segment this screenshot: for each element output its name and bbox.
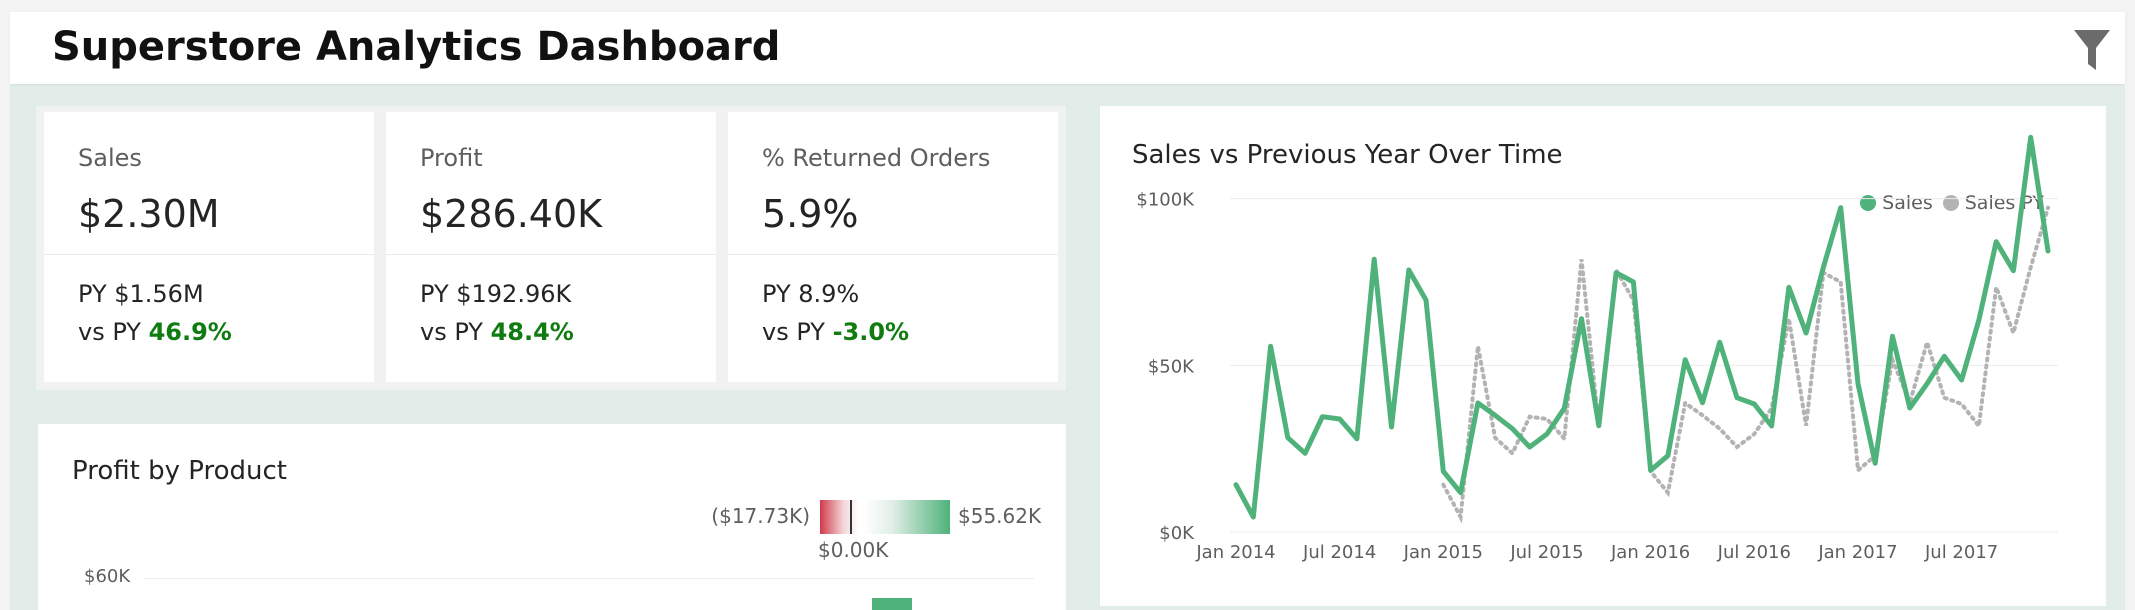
kpi-value: 5.9% xyxy=(762,192,859,236)
kpi-card-returned-orders[interactable]: % Returned Orders 5.9% PY 8.9% vs PY -3.… xyxy=(728,112,1058,382)
kpi-vs-previous-year: vs PY 48.4% xyxy=(420,318,574,346)
kpi-value: $286.40K xyxy=(420,192,603,236)
kpi-vs-previous-year: vs PY 46.9% xyxy=(78,318,232,346)
kpi-divider xyxy=(44,254,374,255)
kpi-vs-value: 46.9% xyxy=(148,318,232,346)
kpi-label: Profit xyxy=(420,144,483,172)
x-tick-label: Jul 2014 xyxy=(1302,542,1376,563)
sales-line-chart[interactable]: $0K $50K $100K Jan 2014 Jul 2014 Jan 2015 Jul … xyxy=(1100,106,2106,606)
series-line-sales[interactable] xyxy=(1233,134,2051,520)
kpi-vs-prefix: vs PY xyxy=(420,318,491,346)
kpi-card-sales[interactable]: Sales $2.30M PY $1.56M vs PY 46.9% xyxy=(44,112,374,382)
kpi-vs-value: 48.4% xyxy=(490,318,574,346)
kpi-divider xyxy=(386,254,716,255)
legend-min-label: ($17.73K) xyxy=(711,504,810,528)
page-title: Superstore Analytics Dashboard xyxy=(52,24,781,70)
y-tick-label: $0K xyxy=(1159,523,1195,544)
color-scale-legend xyxy=(820,500,950,534)
x-tick-label: Jan 2016 xyxy=(1610,542,1690,563)
y-tick-label: $60K xyxy=(84,566,131,587)
sales-vs-py-panel[interactable]: Sales vs Previous Year Over Time Sales S… xyxy=(1100,106,2106,606)
legend-max-label: $55.62K xyxy=(958,504,1042,528)
kpi-divider xyxy=(728,254,1058,255)
kpi-vs-prefix: vs PY xyxy=(762,318,833,346)
legend-mid-label: $0.00K xyxy=(818,538,889,562)
x-tick-label: Jul 2017 xyxy=(1924,542,1998,563)
kpi-vs-value: -3.0% xyxy=(832,318,910,346)
x-tick-label: Jan 2015 xyxy=(1403,542,1483,563)
color-scale-zero-marker xyxy=(850,500,852,534)
x-tick-label: Jul 2016 xyxy=(1717,542,1791,563)
kpi-label: % Returned Orders xyxy=(762,144,991,172)
kpi-previous-year: PY $1.56M xyxy=(78,280,204,308)
panel-title: Profit by Product xyxy=(72,456,287,486)
y-tick-label: $50K xyxy=(1148,356,1195,377)
kpi-previous-year: PY 8.9% xyxy=(762,280,860,308)
x-tick-label: Jan 2014 xyxy=(1195,542,1275,563)
kpi-previous-year: PY $192.96K xyxy=(420,280,572,308)
profit-by-product-panel[interactable]: Profit by Product ($17.73K) $55.62K $0.0… xyxy=(38,424,1066,610)
series-line-sales-py[interactable] xyxy=(1441,205,2050,524)
kpi-vs-prefix: vs PY xyxy=(78,318,149,346)
x-tick-label: Jul 2015 xyxy=(1509,542,1583,563)
x-tick-label: Jan 2017 xyxy=(1817,542,1897,563)
bar-mark[interactable] xyxy=(872,598,912,610)
kpi-vs-previous-year: vs PY -3.0% xyxy=(762,318,909,346)
kpi-card-profit[interactable]: Profit $286.40K PY $192.96K vs PY 48.4% xyxy=(386,112,716,382)
y-tick-label: $100K xyxy=(1136,190,1195,211)
kpi-value: $2.30M xyxy=(78,192,220,236)
gridline xyxy=(144,578,1034,579)
filter-icon[interactable] xyxy=(2073,28,2111,72)
header-bar: Superstore Analytics Dashboard xyxy=(10,12,2125,84)
kpi-label: Sales xyxy=(78,144,142,172)
